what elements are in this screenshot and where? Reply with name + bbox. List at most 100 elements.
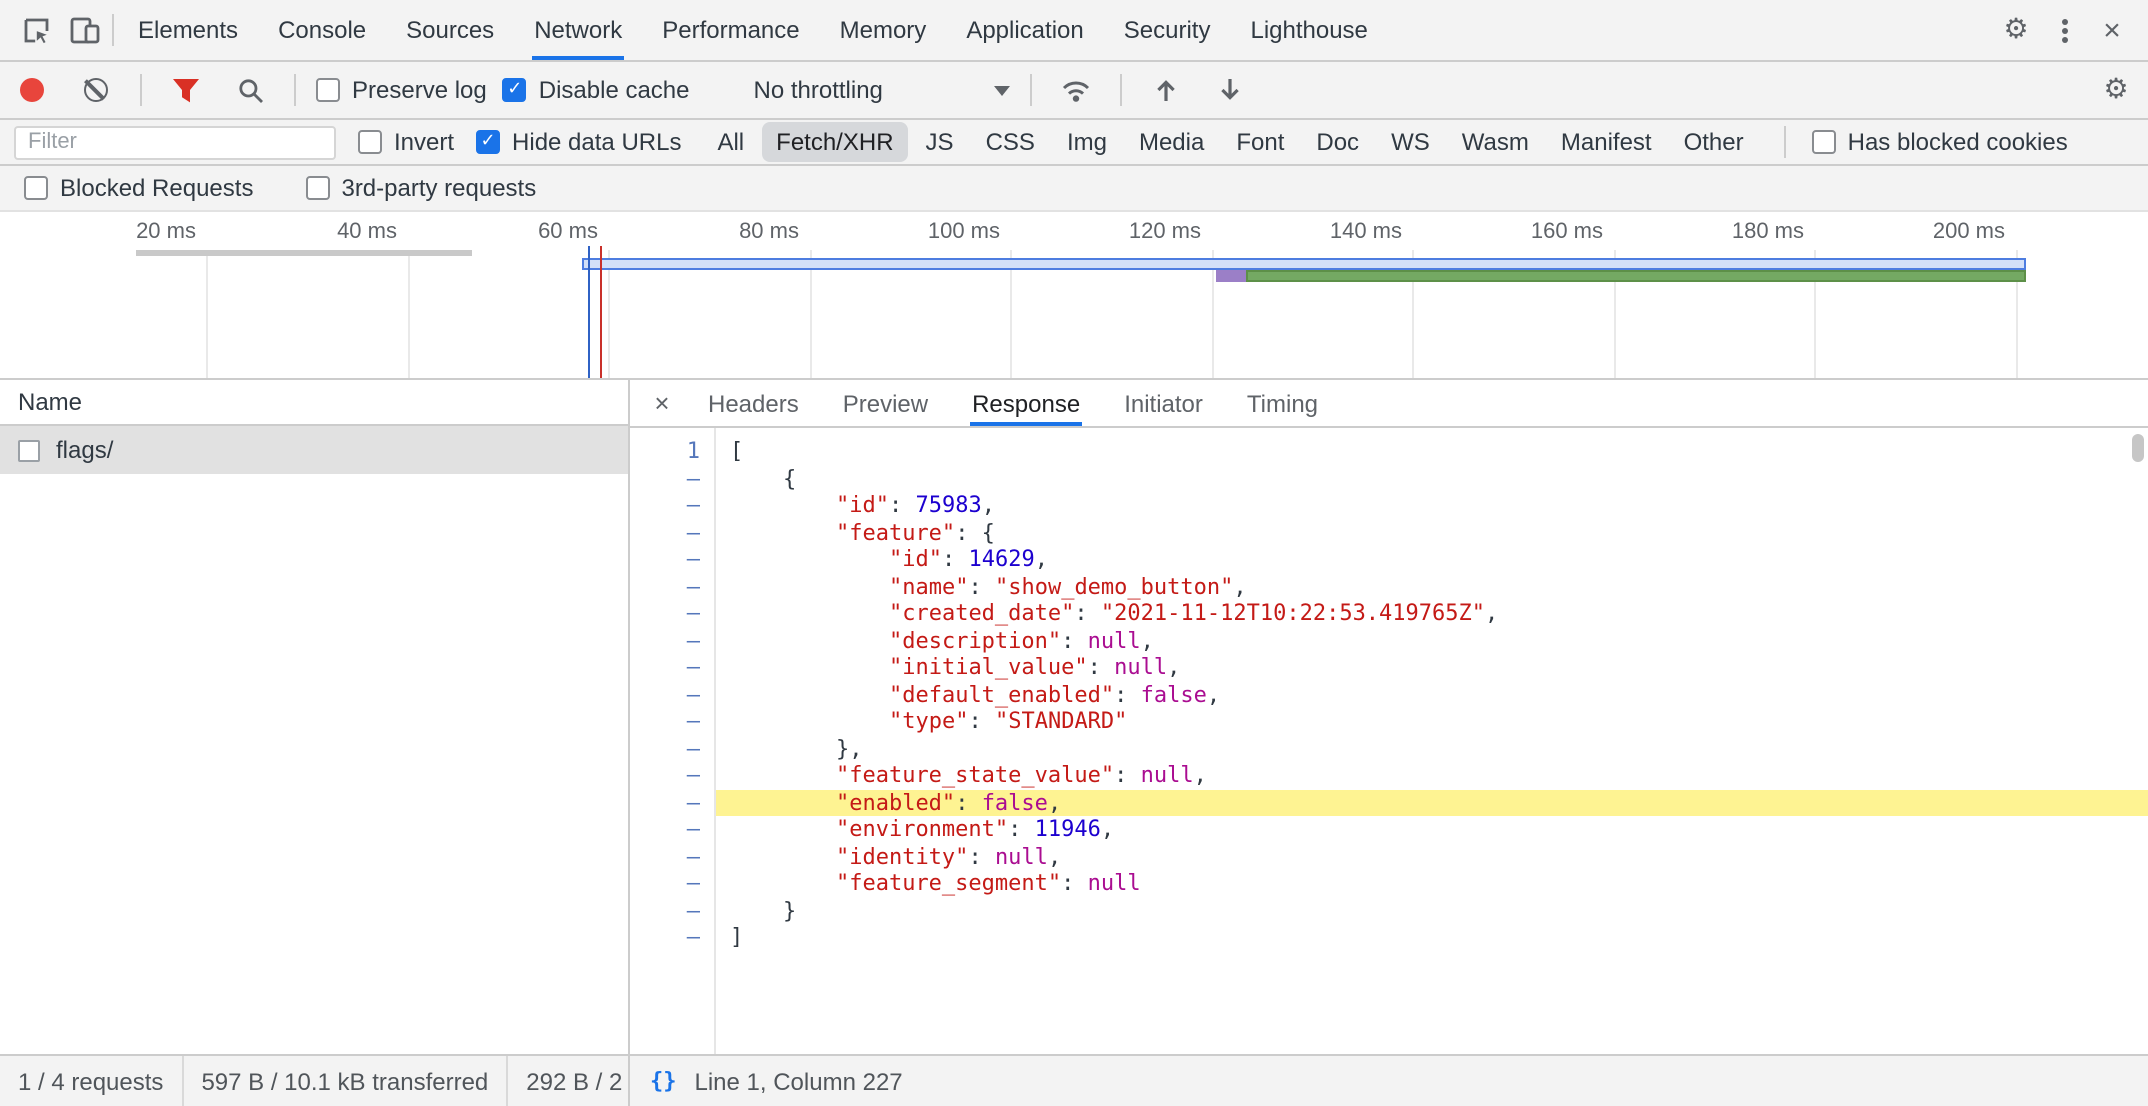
tab-response[interactable]: Response [950,380,1102,426]
third-party-requests-label: 3rd-party requests [341,174,536,202]
search-button[interactable] [226,68,274,112]
tab-timing[interactable]: Timing [1225,380,1340,426]
checkbox-unchecked-icon [24,176,48,200]
code-token: }, [730,735,862,761]
invert-checkbox[interactable]: Invert [358,128,454,156]
device-toolbar-button[interactable] [60,8,108,52]
disable-cache-label: Disable cache [539,76,690,104]
close-devtools-button[interactable]: × [2088,8,2136,52]
tab-performance[interactable]: Performance [642,0,819,60]
clear-button[interactable] [72,68,120,112]
code-text: [ [714,438,2148,465]
code-token: null [1088,870,1141,896]
requests-panel: Name flags/ [0,380,630,1054]
code-token: : [968,708,995,734]
code-token: : [968,573,995,599]
code-token: : [1114,762,1141,788]
code-token: , [1485,600,1498,626]
code-line: – { [630,465,2148,492]
preserve-log-checkbox[interactable]: Preserve log [316,76,487,104]
filter-type-manifest[interactable]: Manifest [1547,122,1666,162]
toolbar-divider [294,74,296,106]
gear-icon: ⚙ [2003,14,2028,46]
code-token: } [730,897,796,923]
line-number: – [630,627,714,654]
filter-type-media[interactable]: Media [1125,122,1218,162]
toolbar-divider [1784,126,1786,158]
line-number: – [630,735,714,762]
filter-type-wasm[interactable]: Wasm [1448,122,1543,162]
more-options-button[interactable] [2040,8,2088,52]
code-token: "id" [889,546,942,572]
record-button[interactable] [8,68,56,112]
main-tabs: ElementsConsoleSourcesNetworkPerformance… [118,0,1388,60]
code-text: "default_enabled": false, [714,681,2148,708]
tab-sources[interactable]: Sources [386,0,514,60]
requests-list: flags/ [0,426,628,1054]
has-blocked-cookies-checkbox[interactable]: Has blocked cookies [1812,128,2068,156]
blocked-requests-checkbox[interactable]: Blocked Requests [24,174,253,202]
filter-type-img[interactable]: Img [1053,122,1121,162]
device-toolbar-icon [69,16,99,44]
code-token [730,870,836,896]
code-token: null [995,843,1048,869]
tab-initiator[interactable]: Initiator [1102,380,1225,426]
status-right: {} Line 1, Column 227 [630,1056,2148,1106]
code-token: , [1233,573,1246,599]
line-number: – [630,816,714,843]
response-code-area[interactable]: 1[– {– "id": 75983,– "feature": {– "id":… [630,428,2148,1054]
tab-network[interactable]: Network [514,0,642,60]
inspect-element-button[interactable] [12,8,60,52]
tab-lighthouse[interactable]: Lighthouse [1230,0,1387,60]
network-conditions-button[interactable] [1053,68,1101,112]
line-number: – [630,465,714,492]
tab-elements[interactable]: Elements [118,0,258,60]
network-settings-button[interactable]: ⚙ [2092,68,2140,112]
code-token: , [1048,789,1061,815]
tab-headers[interactable]: Headers [686,380,821,426]
close-detail-button[interactable]: × [638,388,686,418]
code-line: – "default_enabled": false, [630,681,2148,708]
tab-security[interactable]: Security [1104,0,1231,60]
code-text: "name": "show_demo_button", [714,573,2148,600]
export-har-button[interactable] [1207,68,1255,112]
code-token [730,654,889,680]
name-column-header[interactable]: Name [0,380,628,426]
filter-type-js[interactable]: JS [912,122,968,162]
toolbar-divider [112,14,114,46]
code-token: "identity" [836,843,968,869]
detail-tabs-list: HeadersPreviewResponseInitiatorTiming [686,380,1340,426]
filter-toggle-button[interactable] [162,68,210,112]
import-har-button[interactable] [1143,68,1191,112]
settings-button[interactable]: ⚙ [1992,8,2040,52]
filter-type-other[interactable]: Other [1670,122,1758,162]
filter-type-doc[interactable]: Doc [1302,122,1373,162]
close-icon: × [2103,13,2121,47]
code-token: , [1194,762,1207,788]
filter-input[interactable] [14,125,336,159]
request-row[interactable]: flags/ [0,426,628,474]
scrollbar-thumb[interactable] [2132,434,2144,462]
third-party-requests-checkbox[interactable]: 3rd-party requests [305,174,536,202]
filter-type-ws[interactable]: WS [1377,122,1444,162]
tab-memory[interactable]: Memory [820,0,947,60]
filter-type-font[interactable]: Font [1222,122,1298,162]
disable-cache-checkbox[interactable]: Disable cache [503,76,690,104]
tab-preview[interactable]: Preview [821,380,950,426]
hide-data-urls-checkbox[interactable]: Hide data URLs [476,128,681,156]
filter-type-fetch-xhr[interactable]: Fetch/XHR [762,122,907,162]
code-line: – "id": 75983, [630,492,2148,519]
timeline-label: 40 ms [257,220,397,244]
filter-type-all[interactable]: All [703,122,758,162]
tab-console[interactable]: Console [258,0,386,60]
filter-type-css[interactable]: CSS [972,122,1049,162]
code-text: }, [714,735,2148,762]
code-text: ] [714,924,2148,951]
tab-application[interactable]: Application [946,0,1103,60]
pretty-print-icon[interactable]: {} [650,1068,677,1094]
response-code-lines: 1[– {– "id": 75983,– "feature": {– "id":… [630,438,2148,951]
throttling-select[interactable]: No throttling [754,76,1011,104]
timeline-overview[interactable]: 20 ms40 ms60 ms80 ms100 ms120 ms140 ms16… [0,212,2148,380]
kebab-menu-icon [2061,27,2067,33]
code-line: 1[ [630,438,2148,465]
